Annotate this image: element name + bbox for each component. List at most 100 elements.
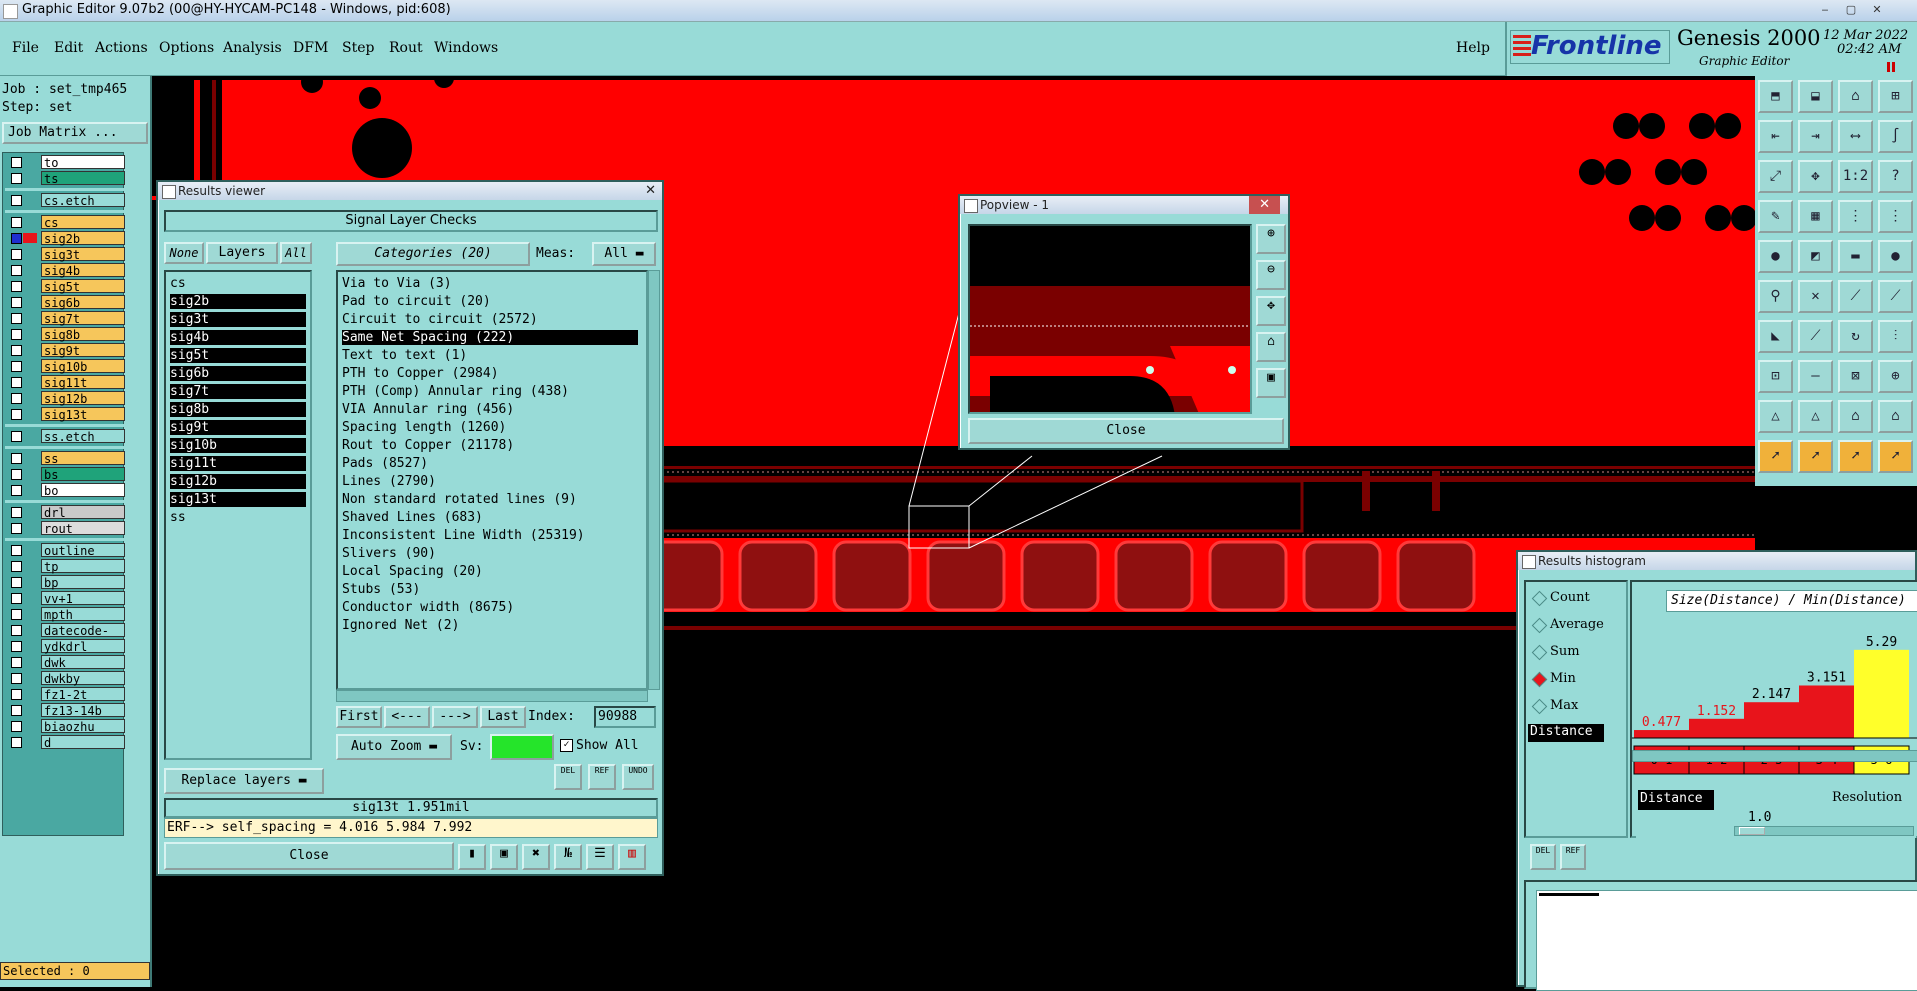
category-item[interactable]: PTH (Comp) Annular ring (438) [342,384,638,399]
layer-name[interactable]: outline [41,543,125,558]
layer-row-ss.etch[interactable]: ss.etch [5,429,125,444]
menu-step[interactable]: Step [342,40,374,56]
layer-name[interactable]: biaozhu [41,719,125,734]
layer-name[interactable]: d [41,735,125,750]
scale-icon[interactable]: 1:2 [1838,160,1873,193]
ruler-icon[interactable]: ▮ [458,844,486,870]
layer-result-item[interactable]: sig7t [170,384,306,399]
layer-name[interactable]: tp [41,559,125,574]
layer-checkbox[interactable] [11,361,22,372]
layer-name[interactable]: cs.etch [41,193,125,208]
layer-row-ss[interactable]: ss [5,451,125,466]
mirror-icon[interactable]: ⟷ [1838,120,1873,153]
category-item[interactable]: Conductor width (8675) [342,600,638,615]
pad-icon[interactable]: ● [1758,240,1793,273]
layer-checkbox[interactable] [11,577,22,588]
target-icon[interactable]: ⊕ [1878,360,1913,393]
layer-result-item[interactable]: ss [170,510,306,525]
option-label[interactable]: Count [1550,590,1590,605]
layer-name[interactable]: sig5t [41,279,125,294]
layer-checkbox[interactable] [11,545,22,556]
category-item[interactable]: Local Spacing (20) [342,564,638,579]
select-box-icon[interactable]: ⊡ [1758,360,1793,393]
ruler-icon[interactable]: ▬ [1838,240,1873,273]
histogram-bar[interactable] [1854,649,1909,738]
histogram-bar[interactable] [1799,685,1854,738]
layer-row-sig3t[interactable]: sig3t [5,247,125,262]
job-matrix-button[interactable]: Job Matrix ... [2,122,148,144]
measure-label[interactable]: Distance [1528,724,1604,742]
pointer-zoom-icon[interactable]: ➚ [1878,440,1913,473]
category-item[interactable]: Via to Via (3) [342,276,638,291]
layer-name[interactable]: ss.etch [41,429,125,444]
layer-result-item[interactable]: sig6b [170,366,306,381]
layer-row-cs.etch[interactable]: cs.etch [5,193,125,208]
layer-name[interactable]: cs [41,215,125,230]
triangle-icon[interactable]: △ [1758,400,1793,433]
layer-checkbox[interactable] [11,721,22,732]
category-item[interactable]: Lines (2790) [342,474,638,489]
layer-checkbox[interactable] [11,217,22,228]
layer-row-datecode-pbe[interactable]: datecode-pbe [5,623,125,652]
menu-dfm[interactable]: DFM [293,40,328,56]
menu-rout[interactable]: Rout [389,40,423,56]
pointer-move-icon[interactable]: ➚ [1838,440,1873,473]
dash-icon[interactable]: ― [1798,360,1833,393]
layer-name[interactable]: datecode-pbe [41,623,125,652]
layer-checkbox[interactable] [11,689,22,700]
category-item[interactable]: Spacing length (1260) [342,420,638,435]
index-input[interactable]: 90988 [594,706,656,728]
layer-checkbox[interactable] [11,173,22,184]
layer-row-ydkdrl[interactable]: ydkdrl [5,639,125,654]
page-icon[interactable]: ⬒ [1758,80,1793,113]
clear-icon[interactable]: ✖ [522,844,550,870]
layer-result-item[interactable]: sig10b [170,438,306,453]
layer-row-fz1-2t[interactable]: fz1-2t [5,687,125,702]
layer-row-dwk[interactable]: dwk [5,655,125,670]
category-item[interactable]: VIA Annular ring (456) [342,402,638,417]
layer-row-bp[interactable]: bp [5,575,125,590]
cut-icon[interactable]: ✕ [1798,280,1833,313]
layer-row-ts[interactable]: ts [5,171,125,186]
close-icon[interactable]: ✕ [645,182,656,200]
layer-name[interactable]: sig3t [41,247,125,262]
layer-checkbox[interactable] [11,233,22,244]
layer-checkbox[interactable] [11,249,22,260]
category-item[interactable]: Same Net Spacing (222) [342,330,638,345]
radio-average[interactable] [1531,617,1548,634]
layer-checkbox[interactable] [11,673,22,684]
layer-checkbox[interactable] [11,561,22,572]
path-icon[interactable]: ∫ [1878,120,1913,153]
layer-row-sig2b[interactable]: sig2b [5,231,125,246]
home-icon[interactable]: ▣ [1256,368,1286,398]
layer-checkbox[interactable] [11,453,22,464]
category-item[interactable]: PTH to Copper (2984) [342,366,638,381]
category-hscrollbar[interactable] [336,690,648,702]
layer-row-fz13-14b[interactable]: fz13-14b [5,703,125,718]
option-label[interactable]: Max [1550,698,1578,713]
layers-alt-icon[interactable]: ⋮ [1878,200,1913,233]
layer-checkbox[interactable] [11,485,22,496]
layer-checkbox[interactable] [11,281,22,292]
option-label[interactable]: Sum [1550,644,1580,659]
category-item[interactable]: Inconsistent Line Width (25319) [342,528,638,543]
category-item[interactable]: Stubs (53) [342,582,638,597]
layer-row-rout[interactable]: rout [5,521,125,536]
numbered-icon[interactable]: № [554,844,582,870]
undo-button[interactable]: UNDO [622,764,654,790]
menu-edit[interactable]: Edit [54,40,83,56]
layer-checkbox[interactable] [11,313,22,324]
popview-canvas[interactable] [968,224,1252,414]
layer-row-bo[interactable]: bo [5,483,125,498]
categories-button[interactable]: Categories (20) [336,242,530,266]
menu-analysis[interactable]: Analysis [223,40,282,56]
layer-name[interactable]: drl [41,505,125,520]
layer-row-cs[interactable]: cs [5,215,125,230]
layer-row-tp[interactable]: tp [5,559,125,574]
layer-name[interactable]: ts [41,171,125,186]
layer-checkbox[interactable] [11,329,22,340]
layer-checkbox[interactable] [11,705,22,716]
close-icon[interactable]: ✕ [1249,196,1280,214]
all-button[interactable]: All [280,242,312,264]
edit-icon[interactable]: ✎ [1758,200,1793,233]
